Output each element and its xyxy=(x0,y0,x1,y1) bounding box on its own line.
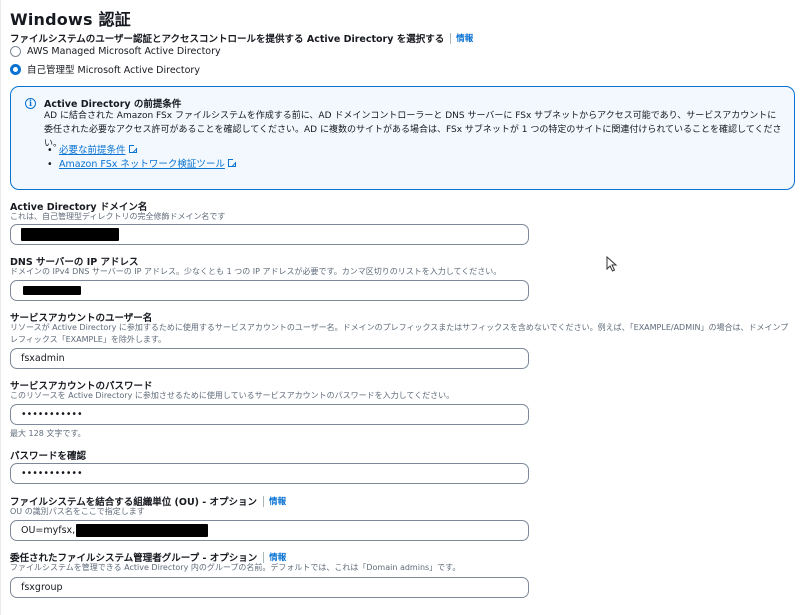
radio-label: AWS Managed Microsoft Active Directory xyxy=(27,46,221,57)
confirm-password-input[interactable]: ••••••••••• xyxy=(10,463,529,484)
admin-group-description: ファイルシステムを管理できる Active Directory 内のグループの名… xyxy=(10,563,461,572)
divider xyxy=(450,32,452,44)
alert-links: 必要な前提条件 Amazon FSx ネットワーク検証ツール xyxy=(47,144,237,172)
confirm-password-label: パスワードを確認 xyxy=(10,451,87,462)
radio-aws-managed-ad[interactable]: AWS Managed Microsoft Active Directory xyxy=(10,46,221,57)
info-circle-icon: i xyxy=(25,98,36,109)
radio-label: 自己管理型 Microsoft Active Directory xyxy=(27,65,200,76)
redacted-value xyxy=(23,286,81,295)
ad-type-question: ファイルシステムのユーザー認証とアクセスコントロールを提供する Active D… xyxy=(10,31,473,45)
divider xyxy=(263,495,265,507)
prerequisites-alert: i Active Directory の前提条件 AD に結合された Amazo… xyxy=(10,86,795,190)
ou-description: OU の識別パス名をここで指定します xyxy=(10,507,145,516)
password-constraint: 最大 128 文字です。 xyxy=(10,429,86,438)
ad-type-question-text: ファイルシステムのユーザー認証とアクセスコントロールを提供する Active D… xyxy=(10,34,445,45)
domain-input[interactable] xyxy=(10,224,529,245)
section-title: Windows 認証 xyxy=(10,10,131,29)
info-link[interactable]: 情報 xyxy=(456,32,473,44)
password-input[interactable]: ••••••••••• xyxy=(10,404,529,425)
ou-value: OU=myfsx, xyxy=(21,525,76,536)
username-input[interactable]: fsxadmin xyxy=(10,348,529,369)
mouse-cursor-icon xyxy=(606,256,618,272)
network-validation-tool-link[interactable]: Amazon FSx ネットワーク検証ツール xyxy=(59,159,225,170)
radio-button-unchecked[interactable] xyxy=(10,46,21,57)
alert-title: Active Directory の前提条件 xyxy=(44,99,182,110)
password-description: このリソースを Active Directory に参加させるために使用している… xyxy=(10,391,455,400)
redacted-value xyxy=(21,228,119,241)
dns-input[interactable] xyxy=(10,280,529,301)
windows-auth-panel: Windows 認証 ファイルシステムのユーザー認証とアクセスコントロールを提供… xyxy=(0,0,800,615)
domain-description: これは、自己管理型ディレクトリの完全修飾ドメイン名です xyxy=(10,212,226,221)
admin-group-input[interactable]: fsxgroup xyxy=(10,577,529,598)
external-link-icon[interactable] xyxy=(227,158,237,167)
redacted-value xyxy=(76,524,209,537)
divider xyxy=(263,551,265,563)
list-item: Amazon FSx ネットワーク検証ツール xyxy=(47,158,237,172)
dns-description: ドメインの IPv4 DNS サーバーの IP アドレス。少なくとも 1 つの … xyxy=(10,267,502,276)
radio-button-checked[interactable] xyxy=(10,63,21,75)
ou-input[interactable]: OU=myfsx, xyxy=(10,520,529,541)
username-description: リソースが Active Directory に参加するために使用するサービスア… xyxy=(10,323,789,344)
external-link-icon[interactable] xyxy=(128,144,138,153)
prerequisites-link[interactable]: 必要な前提条件 xyxy=(59,145,126,156)
radio-self-managed-ad[interactable]: 自己管理型 Microsoft Active Directory xyxy=(10,62,200,76)
list-item: 必要な前提条件 xyxy=(47,144,236,158)
